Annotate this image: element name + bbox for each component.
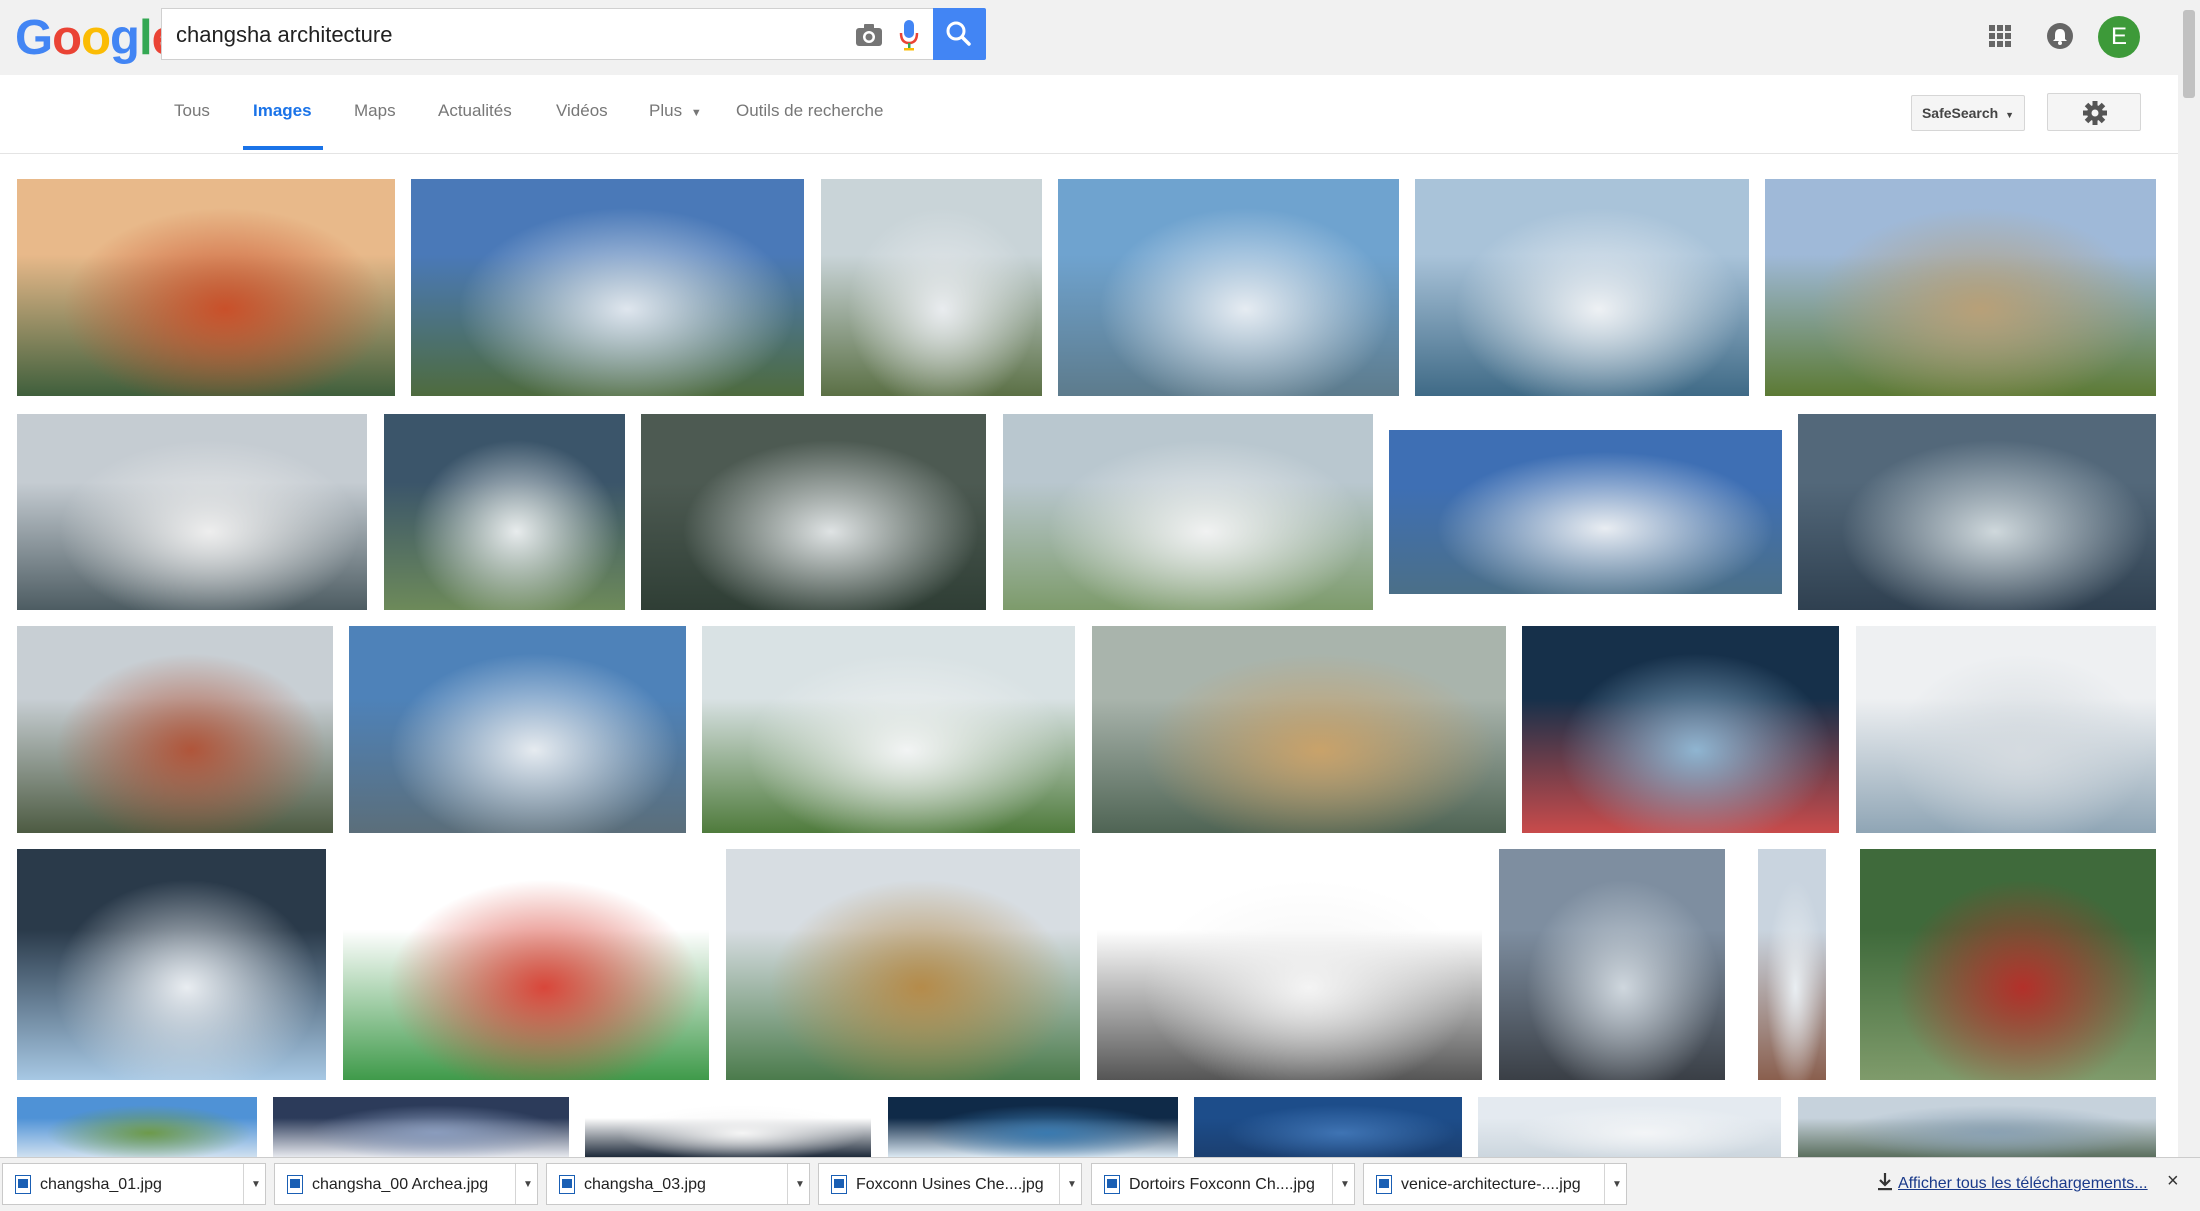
image-result-dome-interior-dark[interactable] bbox=[273, 1097, 569, 1157]
image-file-icon bbox=[1104, 1175, 1120, 1194]
download-filename: Foxconn Usines Che....jpg bbox=[856, 1176, 1044, 1193]
image-result-red-pavilion-in-trees[interactable] bbox=[1860, 849, 2156, 1080]
image-result-flower-shaped-complex-aerial[interactable] bbox=[821, 179, 1042, 396]
tab-images[interactable]: Images bbox=[253, 101, 312, 121]
safesearch-button[interactable]: SafeSearch ▼ bbox=[1911, 95, 2025, 131]
image-file-icon bbox=[1376, 1175, 1392, 1194]
search-input[interactable] bbox=[174, 9, 778, 61]
chevron-down-icon[interactable]: ▼ bbox=[1612, 1179, 1622, 1190]
page-scrollbar[interactable] bbox=[2178, 0, 2200, 1157]
image-result-crystal-facade-night[interactable] bbox=[1522, 626, 1839, 833]
image-file-icon bbox=[831, 1175, 847, 1194]
search-button[interactable] bbox=[933, 8, 986, 60]
image-file-icon bbox=[559, 1175, 575, 1194]
download-item[interactable]: Dortoirs Foxconn Ch....jpg ▼ bbox=[1091, 1163, 1355, 1205]
notifications-bell-icon[interactable] bbox=[2046, 22, 2074, 50]
image-file-icon bbox=[15, 1175, 31, 1194]
image-result-waterfront-crowd-render[interactable] bbox=[1389, 430, 1782, 594]
tab-all[interactable]: Tous bbox=[174, 101, 210, 121]
image-result-pale-winter-scene[interactable] bbox=[1478, 1097, 1781, 1157]
chevron-down-icon[interactable]: ▼ bbox=[1067, 1179, 1077, 1190]
download-item[interactable]: changsha_01.jpg ▼ bbox=[2, 1163, 266, 1205]
close-icon[interactable]: × bbox=[2167, 1170, 2179, 1193]
download-filename: changsha_03.jpg bbox=[584, 1176, 706, 1193]
image-result-document-chart[interactable] bbox=[585, 1097, 871, 1157]
search-tabs-bar: Tous Images Maps Actualités Vidéos Plus … bbox=[0, 75, 2178, 154]
image-file-icon bbox=[287, 1175, 303, 1194]
image-result-crystal-building-in-park[interactable] bbox=[702, 626, 1075, 833]
image-result-opera-house-dusk-render[interactable] bbox=[349, 626, 686, 833]
tab-more-label: Plus bbox=[649, 101, 683, 120]
image-result-curved-hall-people[interactable] bbox=[17, 849, 326, 1080]
tab-maps[interactable]: Maps bbox=[354, 101, 396, 121]
download-item[interactable]: venice-architecture-....jpg ▼ bbox=[1363, 1163, 1627, 1205]
download-item[interactable]: changsha_03.jpg ▼ bbox=[546, 1163, 810, 1205]
divider bbox=[787, 1164, 788, 1204]
image-result-tower-with-red-soil-site[interactable] bbox=[17, 626, 333, 833]
download-item[interactable]: changsha_00 Archea.jpg ▼ bbox=[274, 1163, 538, 1205]
image-result-waterfront-opera-house-render[interactable] bbox=[1058, 179, 1399, 396]
top-bar: Google E bbox=[0, 0, 2178, 75]
image-result-city-lake-aerial[interactable] bbox=[1798, 1097, 2156, 1157]
gear-icon bbox=[2083, 101, 2107, 125]
image-result-flower-roof-plan-view[interactable] bbox=[384, 414, 625, 610]
safesearch-label: SafeSearch bbox=[1921, 105, 1999, 121]
image-result-small-aerial-collage[interactable] bbox=[1758, 849, 1826, 1080]
chevron-down-icon[interactable]: ▼ bbox=[251, 1179, 261, 1190]
download-filename: Dortoirs Foxconn Ch....jpg bbox=[1129, 1176, 1315, 1193]
chevron-down-icon[interactable]: ▼ bbox=[795, 1179, 805, 1190]
image-result-ribbon-bridge-sketches[interactable] bbox=[343, 849, 709, 1080]
chevron-down-icon[interactable]: ▼ bbox=[523, 1179, 533, 1190]
image-result-golden-roof-masterplan[interactable] bbox=[1092, 626, 1506, 833]
image-result-deep-blue-sky[interactable] bbox=[1194, 1097, 1462, 1157]
image-result-flower-complex-night-aerial[interactable] bbox=[641, 414, 986, 610]
image-result-city-riverside-complex-aerial[interactable] bbox=[1415, 179, 1749, 396]
image-result-treeline-blue-sky[interactable] bbox=[17, 1097, 257, 1157]
divider bbox=[243, 1164, 244, 1204]
scrollbar-thumb[interactable] bbox=[2183, 10, 2195, 98]
tab-videos[interactable]: Vidéos bbox=[556, 101, 608, 121]
settings-button[interactable] bbox=[2047, 93, 2141, 131]
download-filename: changsha_01.jpg bbox=[40, 1176, 162, 1193]
image-result-complex-with-reflecting-pools[interactable] bbox=[17, 414, 367, 610]
image-result-cultural-center-birdseye[interactable] bbox=[1003, 414, 1373, 610]
image-results-grid bbox=[0, 153, 2178, 1157]
chevron-down-icon: ▼ bbox=[690, 107, 702, 119]
tab-news[interactable]: Actualités bbox=[438, 101, 512, 121]
show-all-downloads-link[interactable]: Afficher tous les téléchargements... bbox=[1898, 1175, 2148, 1193]
image-result-orange-ribbon-bridge-render[interactable] bbox=[17, 179, 395, 396]
image-result-night-city-lights[interactable] bbox=[888, 1097, 1178, 1157]
chevron-down-icon: ▼ bbox=[2005, 110, 2015, 120]
image-result-white-curved-building-landscape[interactable] bbox=[411, 179, 804, 396]
active-tab-indicator bbox=[243, 146, 323, 150]
download-item[interactable]: Foxconn Usines Che....jpg ▼ bbox=[818, 1163, 1082, 1205]
image-result-deconstructed-facade-dusk[interactable] bbox=[1499, 849, 1725, 1080]
camera-icon[interactable] bbox=[854, 21, 884, 49]
download-filename: venice-architecture-....jpg bbox=[1401, 1176, 1581, 1193]
account-avatar[interactable]: E bbox=[2098, 16, 2140, 58]
downloads-bar: changsha_01.jpg ▼ changsha_00 Archea.jpg… bbox=[0, 1157, 2200, 1211]
tab-search-tools[interactable]: Outils de recherche bbox=[736, 101, 883, 121]
divider bbox=[515, 1164, 516, 1204]
download-icon bbox=[1878, 1173, 1892, 1191]
image-result-glass-atrium-interior[interactable] bbox=[1798, 414, 2156, 610]
tab-more[interactable]: Plus ▼ bbox=[649, 101, 702, 121]
chevron-down-icon[interactable]: ▼ bbox=[1340, 1179, 1350, 1190]
mic-icon[interactable] bbox=[898, 19, 920, 51]
image-result-curved-white-interior[interactable] bbox=[1856, 626, 2156, 833]
search-box bbox=[161, 8, 949, 61]
google-logo[interactable]: Google bbox=[15, 8, 179, 68]
image-result-skyscraper-cluster-render[interactable] bbox=[726, 849, 1080, 1080]
divider bbox=[1604, 1164, 1605, 1204]
apps-grid-icon[interactable] bbox=[1988, 24, 2012, 48]
divider bbox=[1332, 1164, 1333, 1204]
download-filename: changsha_00 Archea.jpg bbox=[312, 1176, 489, 1193]
divider bbox=[1059, 1164, 1060, 1204]
image-result-couple-beside-stone-statue[interactable] bbox=[1765, 179, 2156, 396]
image-result-floor-plan-drawing[interactable] bbox=[1097, 849, 1482, 1080]
search-icon bbox=[946, 21, 971, 46]
